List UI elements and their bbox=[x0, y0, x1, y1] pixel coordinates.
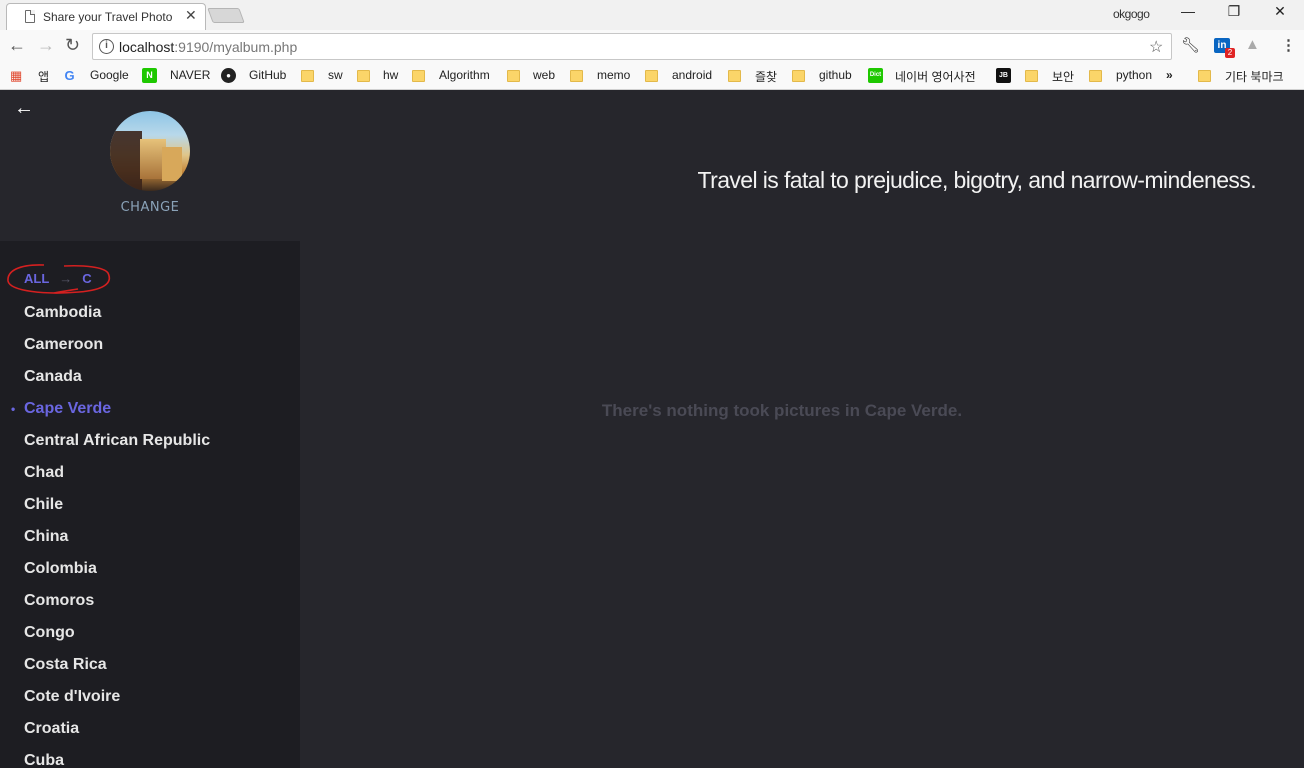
bookmark-memo[interactable]: memo bbox=[597, 68, 630, 82]
drive-extension-icon[interactable]: ▲ bbox=[1245, 36, 1260, 53]
folder-icon bbox=[1198, 70, 1211, 82]
back-icon[interactable]: ← bbox=[8, 35, 26, 56]
bookmark-naver-dict[interactable]: 네이버 영어사전 bbox=[895, 68, 976, 85]
address-bar[interactable]: i localhost:9190/myalbum.php ☆ bbox=[92, 33, 1172, 60]
country-item[interactable]: Costa Rica bbox=[0, 653, 300, 685]
country-item[interactable]: Congo bbox=[0, 621, 300, 653]
bookmark-android[interactable]: android bbox=[672, 68, 712, 82]
country-item[interactable]: Croatia bbox=[0, 717, 300, 749]
info-icon[interactable]: i bbox=[99, 39, 114, 54]
back-arrow-icon[interactable]: ← bbox=[14, 97, 34, 120]
folder-icon bbox=[412, 70, 425, 82]
bookmark-github[interactable]: GitHub bbox=[249, 68, 286, 82]
bookmark-other[interactable]: 기타 북마크 bbox=[1225, 68, 1284, 85]
restore-button[interactable]: ❐ bbox=[1214, 3, 1254, 20]
country-item[interactable]: Cambodia bbox=[0, 301, 300, 333]
page-icon bbox=[25, 10, 35, 23]
page: ← CHANGE Travel is fatal to prejudice, b… bbox=[0, 91, 1304, 768]
breadcrumb-arrow-icon: → bbox=[59, 271, 73, 286]
naver-icon: N bbox=[142, 68, 157, 83]
breadcrumb-all[interactable]: ALL bbox=[24, 271, 49, 286]
empty-state-message: There's nothing took pictures in Cape Ve… bbox=[601, 401, 963, 420]
breadcrumb-current[interactable]: C bbox=[82, 271, 91, 286]
change-avatar-link[interactable]: CHANGE bbox=[100, 200, 200, 215]
avatar[interactable] bbox=[110, 111, 190, 191]
wrench-extension-icon[interactable]: 🔧︎ bbox=[1181, 36, 1200, 54]
bookmark-boan[interactable]: 보안 bbox=[1052, 68, 1074, 85]
bookmark-github-folder[interactable]: github bbox=[819, 68, 852, 82]
tab-title: Share your Travel Photo bbox=[43, 10, 173, 24]
close-window-button[interactable]: ✕ bbox=[1260, 3, 1300, 20]
folder-icon bbox=[1089, 70, 1102, 82]
country-item[interactable]: Cape Verde bbox=[0, 397, 300, 429]
reload-icon[interactable]: ↻ bbox=[65, 35, 80, 56]
bookmark-web[interactable]: web bbox=[533, 68, 555, 82]
country-item[interactable]: Comoros bbox=[0, 589, 300, 621]
bookmark-naver[interactable]: NAVER bbox=[170, 68, 210, 82]
bookmark-google[interactable]: Google bbox=[90, 68, 129, 82]
browser-titlebar: Share your Travel Photo ✕ okgogo — ❐ ✕ bbox=[0, 0, 1304, 30]
breadcrumb: ALL → C bbox=[24, 271, 92, 286]
bookmarks-bar: ▦ 앱 G Google N NAVER ● GitHub sw hw Algo… bbox=[0, 62, 1304, 90]
folder-icon bbox=[301, 70, 314, 82]
folder-icon bbox=[507, 70, 520, 82]
country-item[interactable]: Cote d'Ivoire bbox=[0, 685, 300, 717]
google-icon: G bbox=[64, 68, 75, 83]
country-item[interactable]: Canada bbox=[0, 365, 300, 397]
country-item[interactable]: Chile bbox=[0, 493, 300, 525]
page-quote: Travel is fatal to prejudice, bigotry, a… bbox=[697, 167, 1257, 193]
country-item[interactable]: Central African Republic bbox=[0, 429, 300, 461]
bookmark-hw[interactable]: hw bbox=[383, 68, 398, 82]
country-item[interactable]: Chad bbox=[0, 461, 300, 493]
naver-dict-icon: Dict bbox=[868, 68, 883, 83]
country-sidebar: ALL → C CambodiaCameroonCanadaCape VerdeCe… bbox=[0, 241, 300, 768]
apps-icon[interactable]: ▦ bbox=[10, 68, 22, 84]
bookmark-algorithm[interactable]: Algorithm bbox=[439, 68, 490, 82]
bookmark-jeulchat[interactable]: 즐찾 bbox=[755, 68, 777, 85]
minimize-button[interactable]: — bbox=[1168, 3, 1208, 19]
folder-icon bbox=[357, 70, 370, 82]
country-item[interactable]: Colombia bbox=[0, 557, 300, 589]
country-item[interactable]: Cuba bbox=[0, 749, 300, 768]
bookmark-sw[interactable]: sw bbox=[328, 68, 343, 82]
jb-icon: JB bbox=[996, 68, 1011, 83]
browser-toolbar: ← → ↻ i localhost:9190/myalbum.php ☆ 🔧︎ … bbox=[0, 30, 1304, 62]
folder-icon bbox=[645, 70, 658, 82]
folder-icon bbox=[1025, 70, 1038, 82]
folder-icon bbox=[792, 70, 805, 82]
bookmark-python[interactable]: python bbox=[1116, 68, 1152, 82]
country-item[interactable]: Cameroon bbox=[0, 333, 300, 365]
folder-icon bbox=[570, 70, 583, 82]
bookmark-star-icon[interactable]: ☆ bbox=[1149, 37, 1163, 57]
browser-tab[interactable]: Share your Travel Photo ✕ bbox=[6, 3, 206, 30]
linkedin-badge: 2 bbox=[1225, 48, 1235, 58]
country-item[interactable]: China bbox=[0, 525, 300, 557]
folder-icon bbox=[728, 70, 741, 82]
tab-close-icon[interactable]: ✕ bbox=[185, 7, 197, 24]
bookmark-apps[interactable]: 앱 bbox=[38, 68, 49, 85]
profile-name[interactable]: okgogo bbox=[1113, 7, 1150, 21]
country-list: CambodiaCameroonCanadaCape VerdeCentral … bbox=[0, 301, 300, 768]
forward-icon[interactable]: → bbox=[37, 35, 55, 56]
url-text[interactable]: localhost:9190/myalbum.php bbox=[119, 39, 297, 55]
bookmarks-overflow-chevron[interactable]: » bbox=[1166, 68, 1173, 82]
new-tab-button[interactable] bbox=[207, 8, 245, 23]
github-icon: ● bbox=[221, 68, 236, 83]
menu-icon[interactable]: ⋮ bbox=[1281, 36, 1296, 54]
